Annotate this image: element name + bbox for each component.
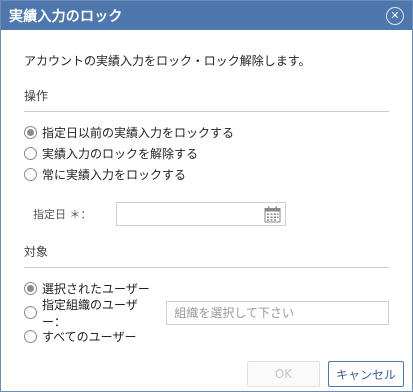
radio-label: 指定組織のユーザー： [42,297,138,329]
date-row: 指定日 ＊： [24,201,389,227]
radio-button-selected[interactable] [24,282,37,295]
operation-radio-group: 指定日以前の実績入力をロックする 実績入力のロックを解除する 常に実績入力をロッ… [24,122,389,185]
dialog-footer: OK キャンセル [247,361,404,387]
dialog-titlebar: 実績入力のロック ✕ [1,1,412,30]
lock-dialog: 実績入力のロック ✕ アカウントの実績入力をロック・ロック解除します。 操作 指… [0,0,413,392]
radio-label: すべてのユーザー [42,330,137,344]
dialog-title: 実績入力のロック [9,8,123,25]
radio-all-users[interactable]: すべてのユーザー [24,326,389,347]
radio-button[interactable] [24,330,37,343]
dialog-description: アカウントの実績入力をロック・ロック解除します。 [24,54,311,68]
operation-divider [24,111,389,112]
date-input[interactable] [116,202,286,226]
radio-unlock[interactable]: 実績入力のロックを解除する [24,143,389,164]
radio-org-users[interactable]: 指定組織のユーザー： 組織を選択して下さい [24,298,389,329]
radio-lock-before-date[interactable]: 指定日以前の実績入力をロックする [24,122,389,143]
radio-label: 選択されたユーザー [42,282,150,296]
radio-label: 常に実績入力をロックする [42,168,187,182]
target-radio-group: 選択されたユーザー 指定組織のユーザー： 組織を選択して下さい すべてのユーザー [24,278,389,347]
target-section-label: 対象 [24,245,49,259]
ok-button[interactable]: OK [247,361,320,387]
organization-input[interactable]: 組織を選択して下さい [166,300,389,325]
radio-always-lock[interactable]: 常に実績入力をロックする [24,164,389,185]
calendar-icon[interactable] [264,206,281,223]
organization-placeholder: 組織を選択して下さい [174,306,294,320]
radio-label: 実績入力のロックを解除する [42,147,199,161]
radio-button-selected[interactable] [24,126,37,139]
date-label: 指定日 ＊： [33,208,92,221]
radio-label: 指定日以前の実績入力をロックする [42,126,235,140]
close-icon[interactable]: ✕ [386,6,404,25]
operation-section-label: 操作 [24,89,49,103]
dialog-content: アカウントの実績入力をロック・ロック解除します。 操作 指定日以前の実績入力をロ… [1,30,412,347]
radio-button[interactable] [24,147,37,160]
radio-button[interactable] [24,168,37,181]
radio-button[interactable] [24,306,37,319]
target-divider [24,267,389,268]
cancel-button[interactable]: キャンセル [328,361,404,387]
